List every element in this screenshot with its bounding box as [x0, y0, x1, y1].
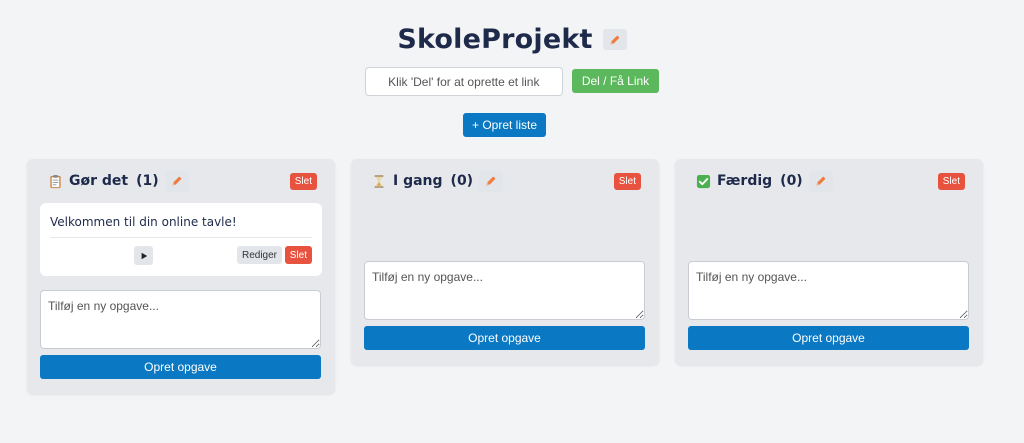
column-title: I gang: [393, 173, 443, 189]
card-divider: [50, 237, 312, 238]
board-header: SkoleProjekt: [0, 24, 1024, 55]
task-card-text: Velkommen til din online tavle!: [50, 215, 237, 229]
new-task-input[interactable]: [688, 261, 969, 320]
column-todo: Gør det (1) Slet Velkommen til din onlin…: [27, 159, 335, 394]
column-count: (1): [136, 173, 159, 189]
edit-board-title-button[interactable]: [602, 29, 627, 50]
edit-task-button[interactable]: Rediger: [236, 246, 282, 264]
create-task-button[interactable]: Opret opgave: [364, 326, 645, 350]
edit-column-title-button[interactable]: [164, 170, 189, 192]
pencil-icon: [816, 176, 826, 186]
column-header: Færdig (0) Slet: [675, 159, 983, 203]
clipboard-icon: [47, 173, 63, 189]
pencil-icon: [486, 176, 496, 186]
column-header: I gang (0) Slet: [351, 159, 659, 203]
hourglass-icon: [371, 173, 387, 189]
move-task-button[interactable]: [134, 246, 153, 265]
share-button[interactable]: Del / Få Link: [571, 69, 660, 93]
edit-column-title-button[interactable]: [808, 170, 833, 192]
new-task-input[interactable]: [364, 261, 645, 320]
column-count: (0): [780, 173, 803, 189]
play-icon: [141, 252, 147, 259]
board-title: SkoleProjekt: [397, 24, 593, 55]
create-task-button[interactable]: Opret opgave: [688, 326, 969, 350]
delete-column-button[interactable]: Slet: [613, 173, 641, 190]
new-task-input[interactable]: [40, 290, 321, 349]
delete-column-button[interactable]: Slet: [289, 173, 317, 190]
column-header: Gør det (1) Slet: [27, 159, 335, 203]
share-link-input[interactable]: [364, 67, 563, 96]
create-list-button[interactable]: + Opret liste: [463, 113, 546, 137]
column-count: (0): [450, 173, 474, 189]
column-title: Færdig: [717, 173, 773, 189]
delete-task-button[interactable]: Slet: [284, 246, 312, 264]
column-done: Færdig (0) Slet Opret opgave: [675, 159, 983, 365]
task-card: Velkommen til din online tavle! Rediger …: [40, 203, 322, 276]
pencil-icon: [610, 35, 620, 44]
column-in-progress: I gang (0) Slet Opret opgave: [351, 159, 659, 365]
share-row: Del / Få Link: [0, 67, 1024, 96]
edit-column-title-button[interactable]: [479, 170, 504, 192]
create-task-button[interactable]: Opret opgave: [40, 355, 321, 379]
check-box-icon: [695, 173, 711, 189]
column-title: Gør det: [69, 173, 129, 189]
delete-column-button[interactable]: Slet: [937, 173, 965, 190]
pencil-icon: [172, 176, 182, 186]
